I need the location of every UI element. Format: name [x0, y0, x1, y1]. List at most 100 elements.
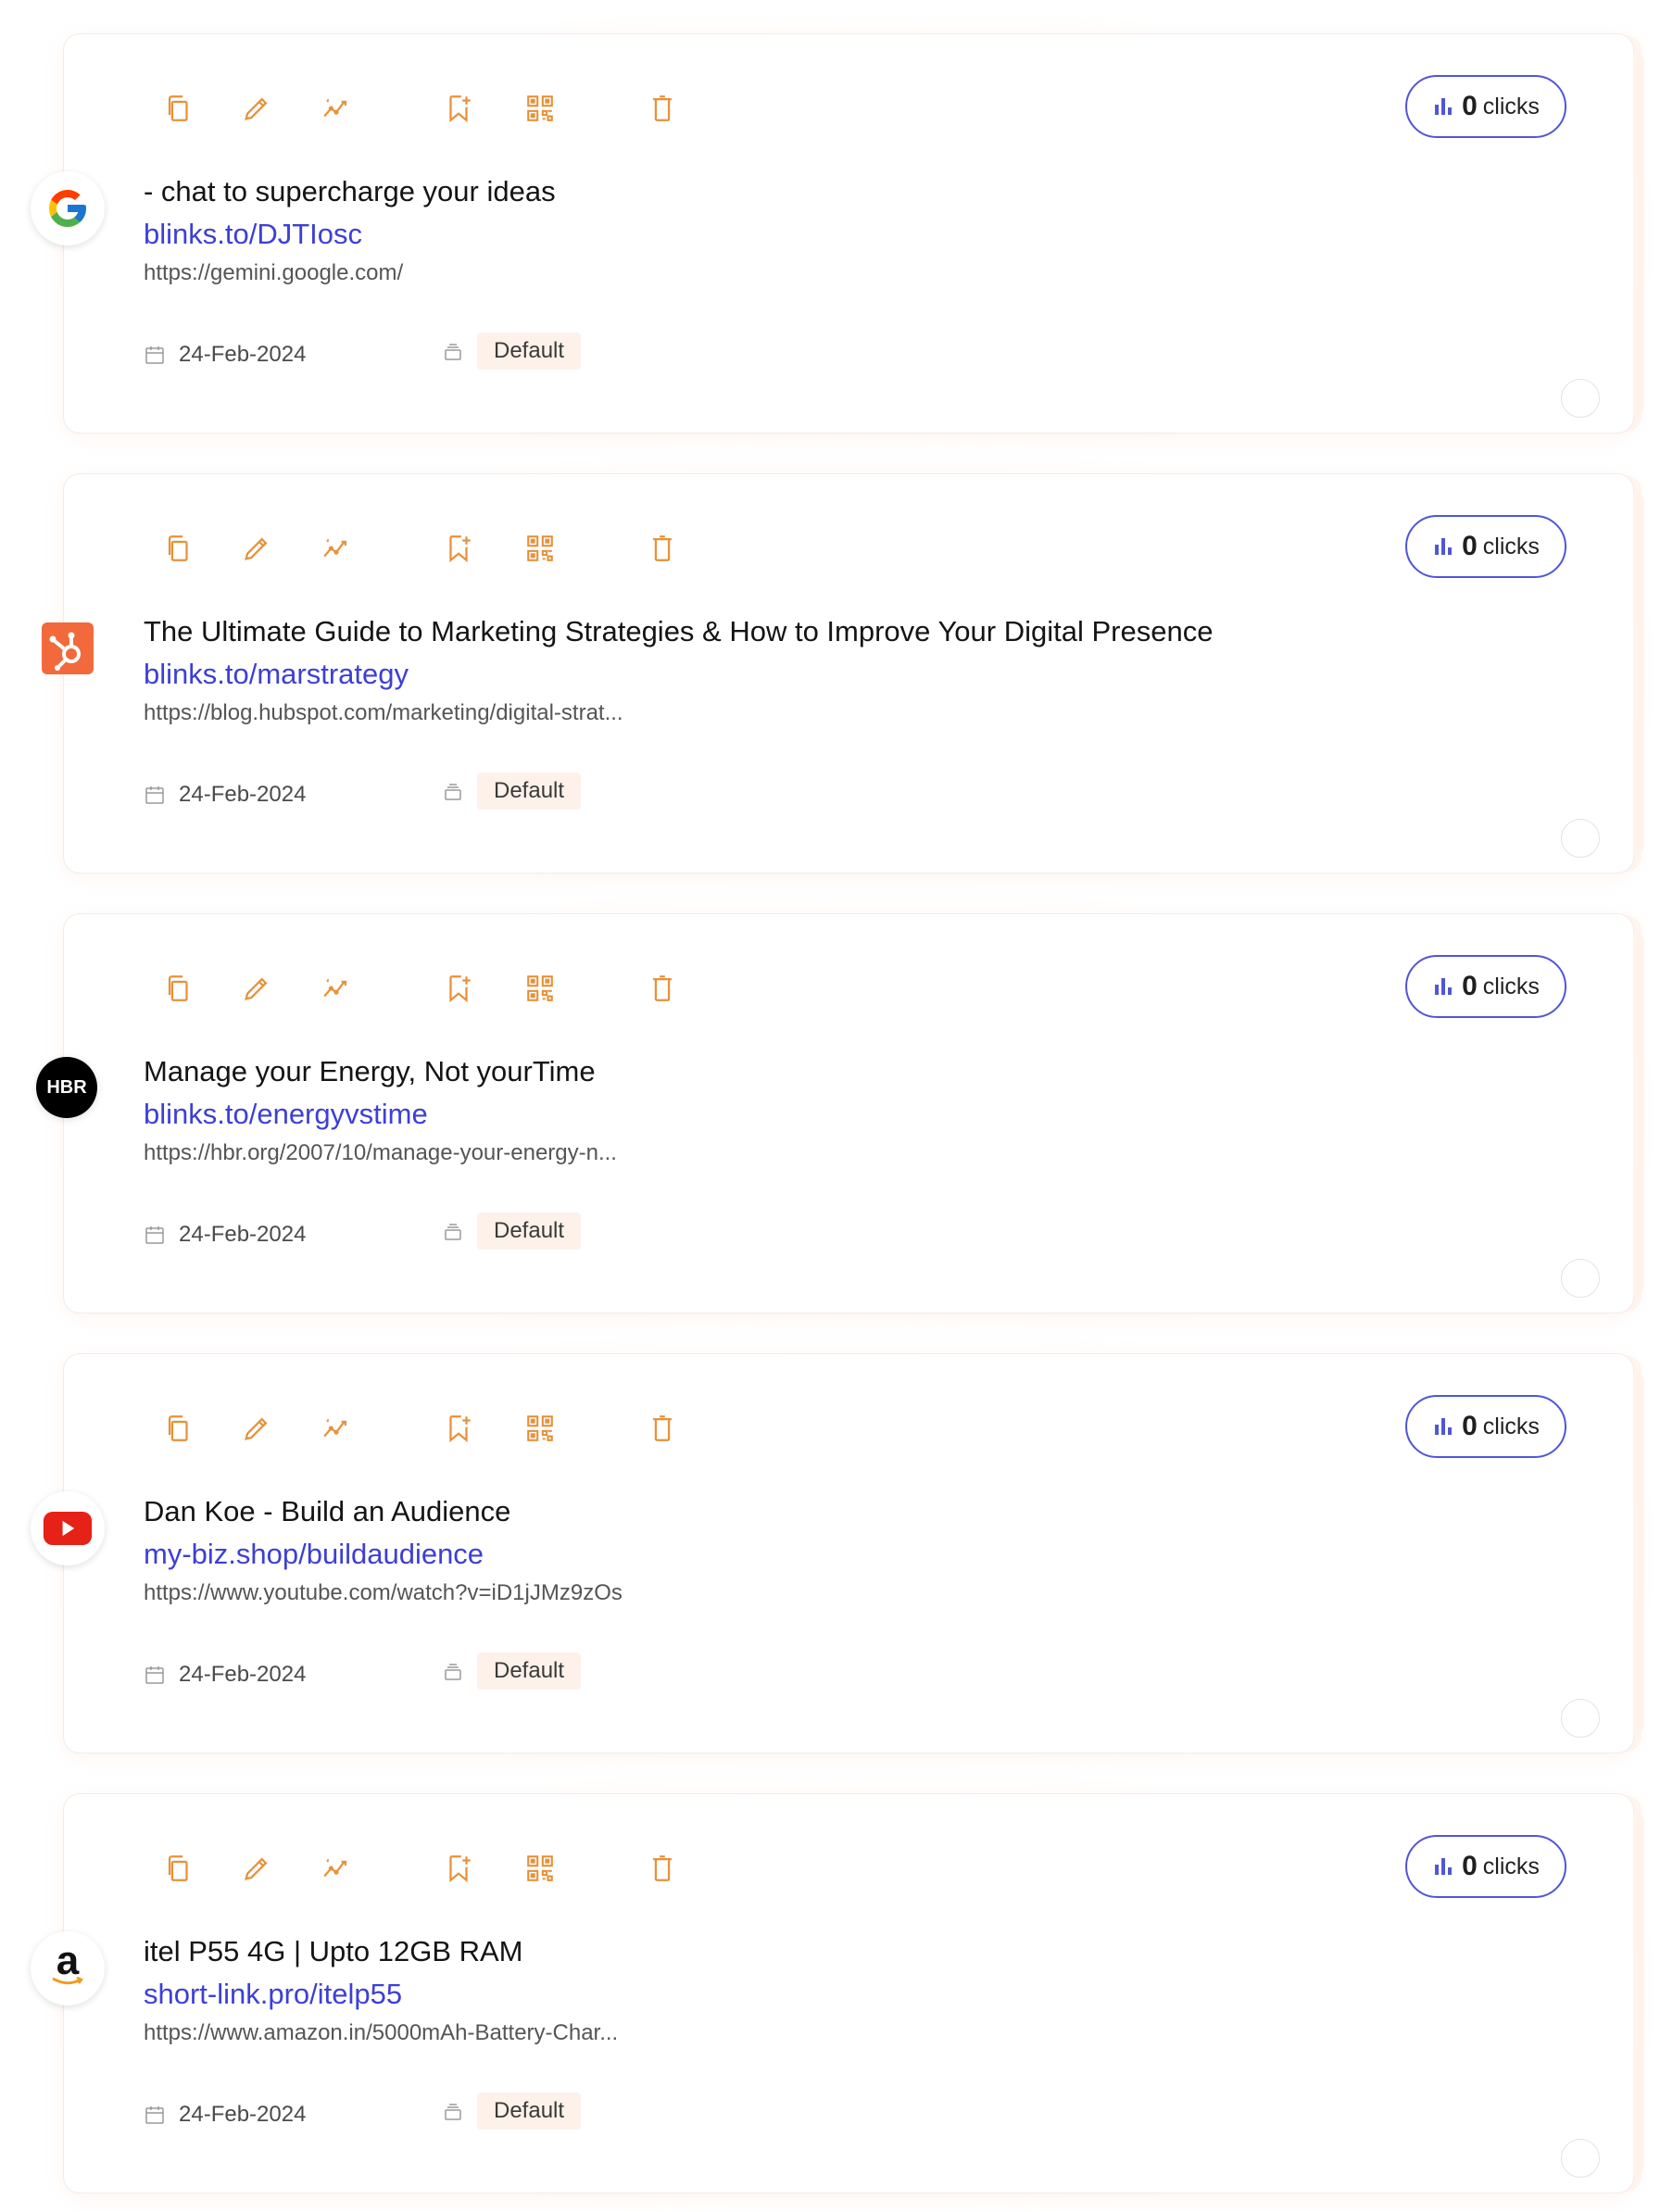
amazon-icon: a [31, 1931, 105, 2005]
delete-icon[interactable] [640, 1846, 685, 1891]
date-text: 24-Feb-2024 [179, 2102, 307, 2127]
clicks-label: clicks [1482, 1853, 1540, 1879]
created-date: 24-Feb-2024 [144, 776, 306, 813]
link-card: 0 clicks - chat to supercharge your idea… [31, 15, 1653, 452]
link-card: 0 clicks The Ultimate Guide to Marketing… [42, 455, 1653, 892]
clicks-label: clicks [1482, 533, 1540, 559]
bookmark-add-icon[interactable] [436, 86, 481, 131]
select-checkbox[interactable] [1561, 2139, 1600, 2178]
analytics-icon[interactable] [314, 526, 358, 571]
select-checkbox[interactable] [1561, 819, 1600, 858]
destination-url: https://www.amazon.in/5000mAh-Battery-Ch… [144, 2020, 619, 2045]
delete-icon[interactable] [640, 966, 685, 1011]
link-toolbar [64, 966, 712, 1011]
clicks-button[interactable]: 0 clicks [1405, 515, 1566, 578]
youtube-icon [31, 1491, 105, 1565]
clicks-count: 0 [1462, 531, 1478, 561]
category-badge[interactable]: Default [477, 773, 582, 810]
qr-code-icon[interactable] [518, 966, 562, 1011]
clicks-count: 0 [1462, 91, 1478, 121]
calendar-icon [145, 346, 164, 364]
destination-url: https://blog.hubspot.com/marketing/digit… [144, 700, 623, 725]
edit-icon[interactable] [234, 966, 279, 1011]
delete-icon[interactable] [640, 1406, 685, 1451]
link-card: 0 clicks HBR Manage your Energy, Not you… [36, 895, 1653, 1332]
created-date: 24-Feb-2024 [144, 1216, 306, 1253]
copy-icon[interactable] [157, 526, 201, 571]
category-badge[interactable]: Default [477, 333, 582, 370]
clicks-label: clicks [1482, 93, 1540, 119]
link-toolbar [64, 1406, 712, 1451]
category-badge[interactable]: Default [477, 1213, 582, 1250]
clicks-button[interactable]: 0 clicks [1405, 1395, 1566, 1458]
edit-icon[interactable] [234, 86, 279, 131]
analytics-icon[interactable] [314, 1406, 358, 1451]
hubspot-icon [42, 622, 94, 674]
category-badge[interactable]: Default [477, 2093, 582, 2130]
select-checkbox[interactable] [1561, 1699, 1600, 1738]
calendar-icon [145, 786, 164, 804]
clicks-button[interactable]: 0 clicks [1405, 1835, 1566, 1898]
folder-stack-icon [445, 344, 461, 360]
analytics-icon[interactable] [314, 966, 358, 1011]
bar-chart-icon [1435, 98, 1453, 115]
category: Default [442, 1211, 582, 1251]
edit-icon[interactable] [234, 526, 279, 571]
short-url-link[interactable]: blinks.to/DJTIosc [144, 218, 362, 251]
link-title: Dan Koe - Build an Audience [144, 1495, 511, 1527]
qr-code-icon[interactable] [518, 86, 562, 131]
bookmark-add-icon[interactable] [436, 966, 481, 1011]
delete-icon[interactable] [640, 86, 685, 131]
destination-url: https://hbr.org/2007/10/manage-your-ener… [144, 1140, 617, 1165]
link-card: 0 clicks a itel P55 4G | Upto 12GB RAM s… [31, 1775, 1653, 2212]
analytics-icon[interactable] [314, 1846, 358, 1891]
link-title: The Ultimate Guide to Marketing Strategi… [144, 615, 1214, 647]
link-title: - chat to supercharge your ideas [144, 175, 556, 207]
select-checkbox[interactable] [1561, 379, 1600, 418]
category-badge[interactable]: Default [477, 1653, 582, 1690]
bar-chart-icon [1435, 978, 1453, 995]
clicks-button[interactable]: 0 clicks [1405, 75, 1566, 138]
short-url-link[interactable]: my-biz.shop/buildaudience [144, 1538, 484, 1571]
qr-code-icon[interactable] [518, 526, 562, 571]
link-title: Manage your Energy, Not yourTime [144, 1055, 596, 1087]
copy-icon[interactable] [157, 1846, 201, 1891]
google-icon [31, 171, 105, 245]
edit-icon[interactable] [234, 1846, 279, 1891]
calendar-icon [145, 2106, 164, 2124]
short-url-link[interactable]: blinks.to/marstrategy [144, 658, 409, 691]
date-text: 24-Feb-2024 [179, 782, 307, 807]
copy-icon[interactable] [157, 86, 201, 131]
category: Default [442, 771, 582, 811]
date-text: 24-Feb-2024 [179, 1662, 307, 1687]
bookmark-add-icon[interactable] [436, 1846, 481, 1891]
analytics-icon[interactable] [314, 86, 358, 131]
destination-url: https://gemini.google.com/ [144, 260, 404, 285]
clicks-button[interactable]: 0 clicks [1405, 955, 1566, 1018]
category: Default [442, 2091, 582, 2131]
link-toolbar [64, 1846, 712, 1891]
bookmark-add-icon[interactable] [436, 1406, 481, 1451]
created-date: 24-Feb-2024 [144, 1656, 306, 1693]
qr-code-icon[interactable] [518, 1846, 562, 1891]
date-text: 24-Feb-2024 [179, 1222, 307, 1247]
link-card: 0 clicks Dan Koe - Build an Audience my-… [31, 1335, 1653, 1772]
clicks-label: clicks [1482, 1413, 1540, 1439]
clicks-count: 0 [1462, 1411, 1478, 1441]
bookmark-add-icon[interactable] [436, 526, 481, 571]
edit-icon[interactable] [234, 1406, 279, 1451]
delete-icon[interactable] [640, 526, 685, 571]
select-checkbox[interactable] [1561, 1259, 1600, 1298]
qr-code-icon[interactable] [518, 1406, 562, 1451]
category: Default [442, 1651, 582, 1691]
bar-chart-icon [1435, 1418, 1453, 1435]
clicks-count: 0 [1462, 1851, 1478, 1881]
copy-icon[interactable] [157, 1406, 201, 1451]
short-url-link[interactable]: short-link.pro/itelp55 [144, 1978, 402, 2011]
destination-url: https://www.youtube.com/watch?v=iD1jJMz9… [144, 1580, 623, 1605]
bar-chart-icon [1435, 538, 1453, 555]
short-url-link[interactable]: blinks.to/energyvstime [144, 1098, 428, 1131]
folder-stack-icon [445, 1664, 461, 1680]
category: Default [442, 331, 582, 371]
copy-icon[interactable] [157, 966, 201, 1011]
